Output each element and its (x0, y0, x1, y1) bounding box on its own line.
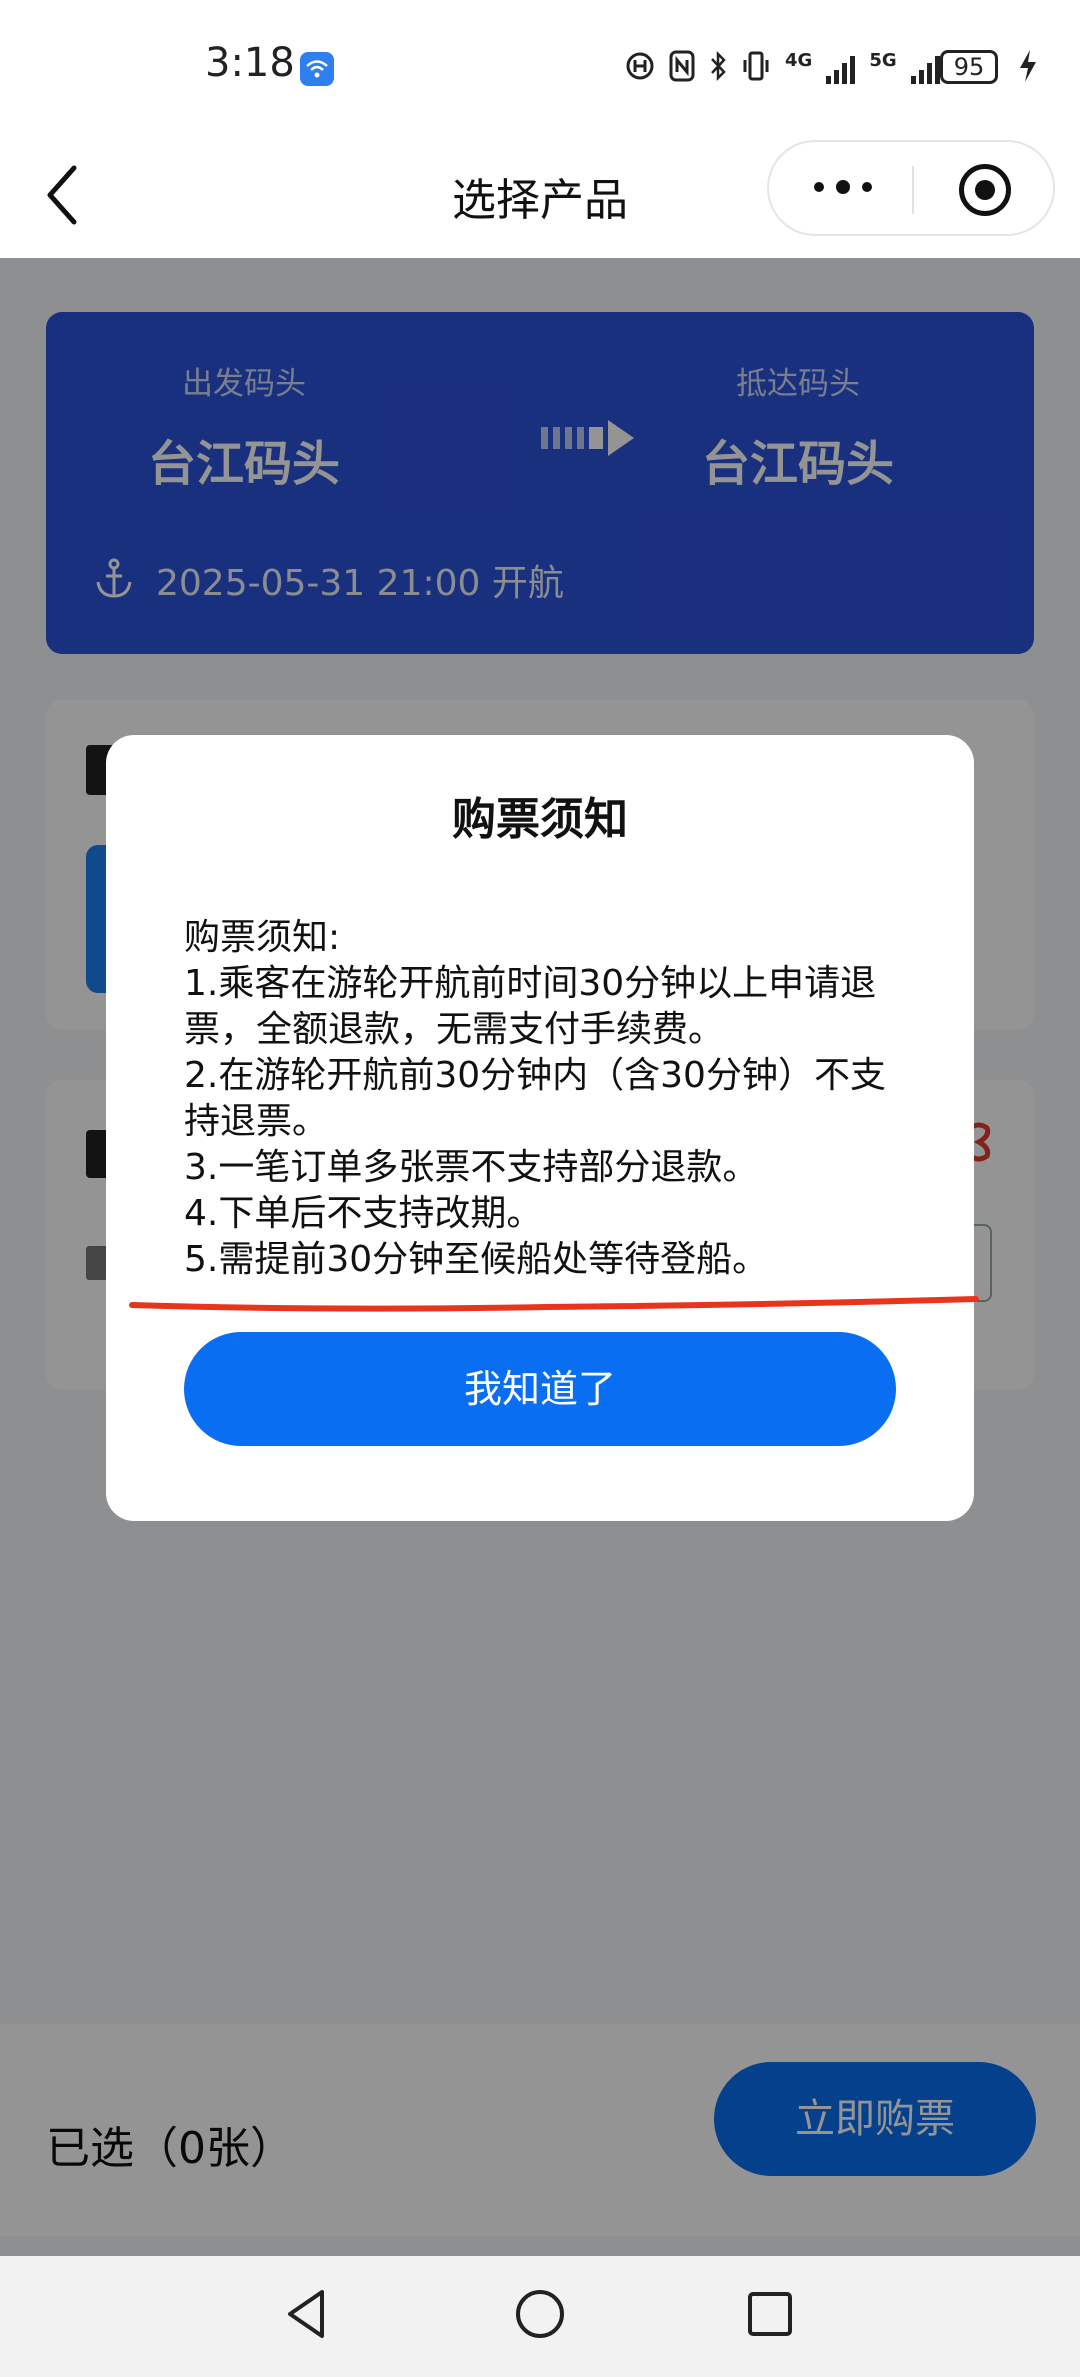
notice-line: 购票须知: (184, 917, 341, 958)
notice-line: 3.一笔订单多张票不支持部分退款。 (184, 1147, 759, 1188)
capsule-divider (912, 166, 914, 214)
nfc-icon (669, 50, 695, 86)
bluetooth-icon (709, 50, 727, 86)
notice-body: 购票须知: 1.乘客在游轮开航前时间30分钟以上申请退票，全额退款，无需支付手续… (184, 915, 914, 1283)
acknowledge-button[interactable]: 我知道了 (184, 1332, 896, 1446)
signal-icon-2 (910, 52, 940, 84)
ticket-notice-dialog: 购票须知 购票须知: 1.乘客在游轮开航前时间30分钟以上申请退票，全额退款，无… (106, 735, 979, 1521)
status-icons: 4G 5G (625, 48, 940, 88)
mini-program-capsule (767, 140, 1055, 236)
system-recents-icon[interactable] (740, 2284, 800, 2344)
network-5g-label: 5G (869, 50, 897, 71)
charging-icon (1018, 48, 1038, 92)
system-back-icon[interactable] (278, 2284, 338, 2344)
dot-icon (814, 182, 824, 192)
wifi-icon (300, 52, 334, 86)
nav-bar: 选择产品 (0, 130, 1080, 258)
notice-line: 2.在游轮开航前30分钟内（含30分钟）不支持退票。 (184, 1055, 886, 1142)
signal-icon (826, 52, 856, 84)
more-button[interactable] (814, 180, 872, 194)
red-annotation-underline (129, 1296, 979, 1312)
status-bar: 3:18 4G 5G 95 (0, 0, 1080, 130)
battery-icon: 95 (940, 50, 998, 84)
dot-icon (836, 180, 850, 194)
system-navigation-bar (0, 2256, 1080, 2377)
network-4g-label: 4G (785, 50, 813, 71)
status-time: 3:18 (205, 40, 295, 86)
vibrate-icon (741, 50, 771, 86)
system-home-icon[interactable] (510, 2284, 570, 2344)
notice-line: 1.乘客在游轮开航前时间30分钟以上申请退票，全额退款，无需支付手续费。 (184, 963, 877, 1050)
dot-icon (862, 182, 872, 192)
hd-icon (625, 51, 655, 85)
close-target-button[interactable] (959, 164, 1011, 216)
notice-line: 4.下单后不支持改期。 (184, 1193, 543, 1234)
target-icon (975, 180, 995, 200)
dialog-title: 购票须知 (452, 794, 628, 845)
